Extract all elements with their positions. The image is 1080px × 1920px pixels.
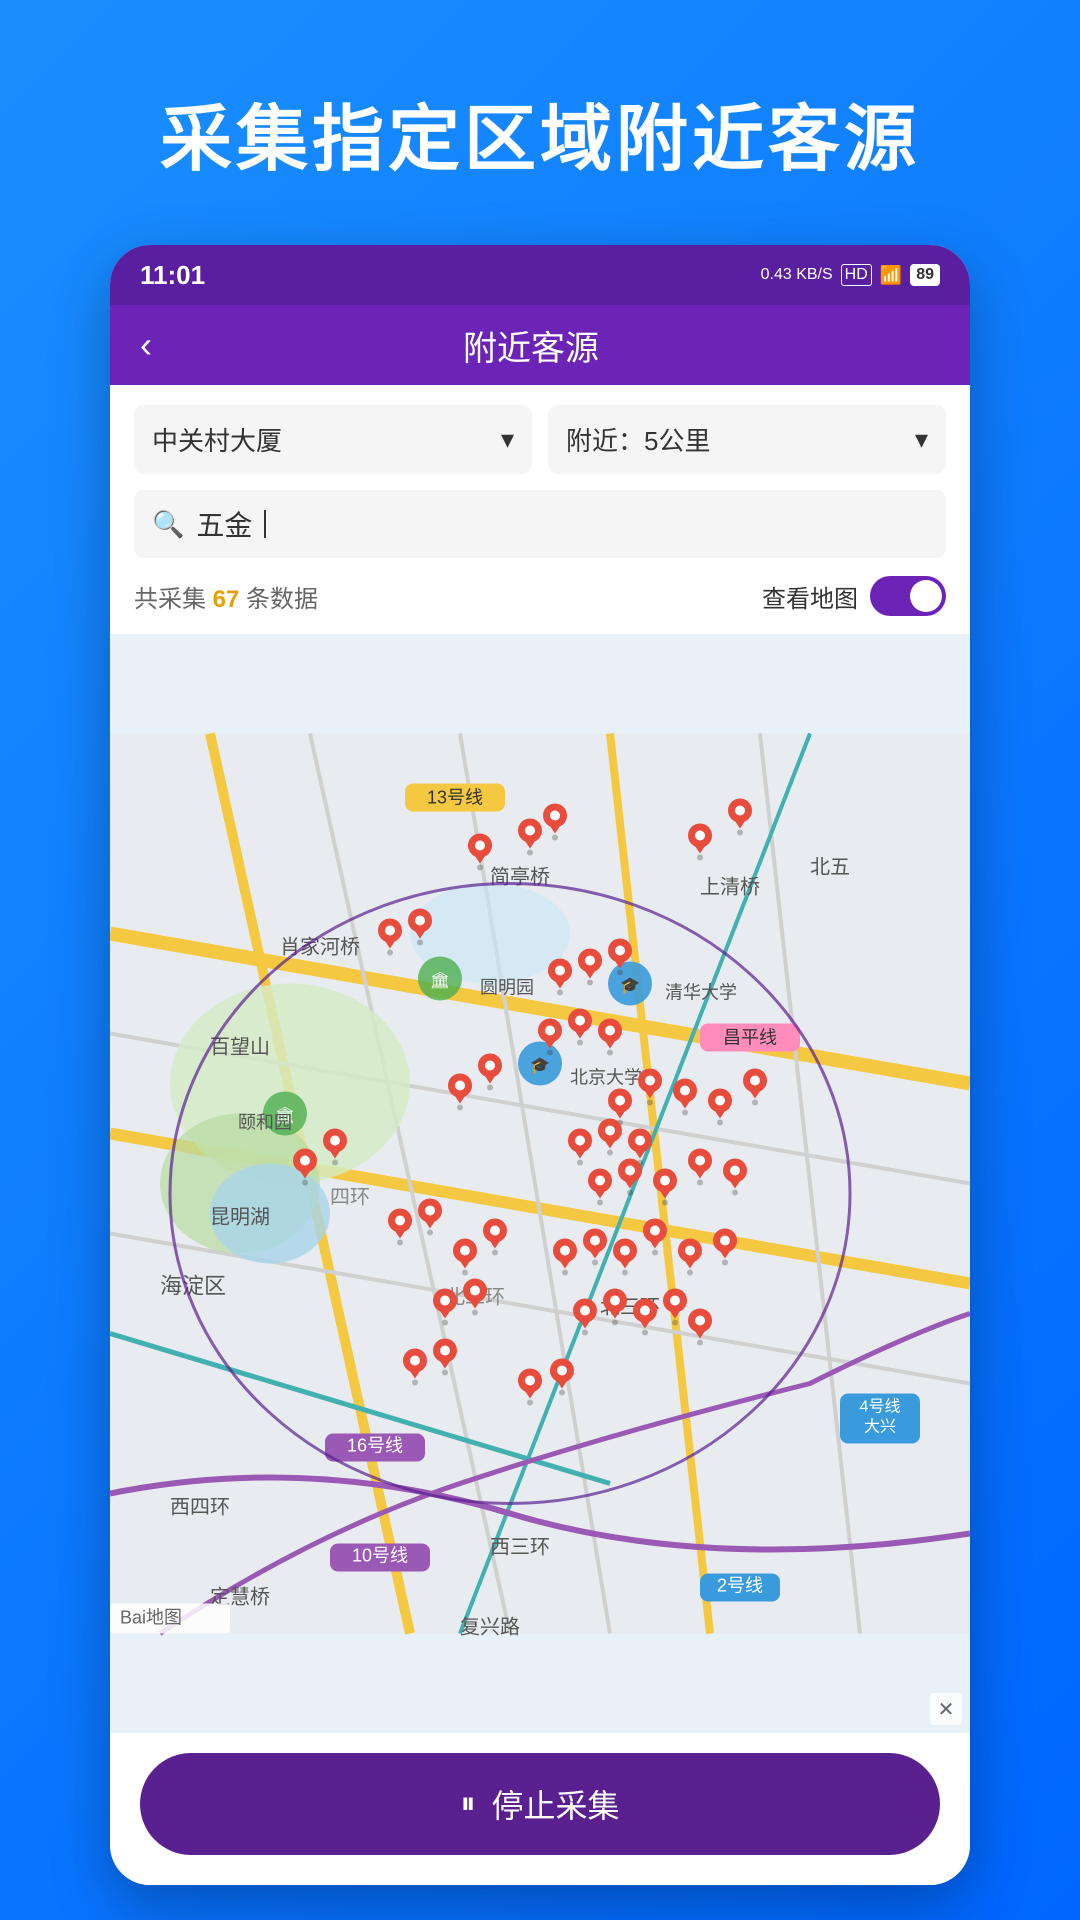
map-toggle-switch[interactable] [870,576,946,616]
phone-frame: 11:01 0.43 KB/S HD 📶 89 ‹ 附近客源 中关村大厦 ▾ 附… [110,245,970,1885]
nav-title: 附近客源 [172,321,890,370]
map-svg: 13号线 昌平线 16号线 10号线 2号线 4号线 大兴 百望山 昆明湖 海淀… [110,634,970,1733]
range-select[interactable]: 附近：5公里 ▾ [548,405,946,474]
back-button[interactable]: ‹ [140,324,152,366]
range-value: 附近：5公里 [566,421,710,458]
speed-indicator: 0.43 KB/S [761,266,833,284]
stats-count: 67 [213,586,240,613]
location-select[interactable]: 中关村大厦 ▾ [134,405,532,474]
location-chevron-icon: ▾ [501,424,514,455]
map-area: 13号线 昌平线 16号线 10号线 2号线 4号线 大兴 百望山 昆明湖 海淀… [110,634,970,1733]
svg-text:北京大学: 北京大学 [570,1068,642,1088]
svg-text:16号线: 16号线 [347,1436,403,1456]
svg-text:百望山: 百望山 [210,1036,270,1059]
svg-text:圆明园: 圆明园 [480,978,534,998]
svg-text:颐和园: 颐和园 [238,1113,292,1133]
stop-collection-button[interactable]: ⏸ 停止采集 [140,1753,940,1855]
hd-badge: HD [841,264,872,286]
svg-text:Bai地图: Bai地图 [120,1608,182,1628]
svg-text:2号线: 2号线 [717,1576,763,1596]
svg-text:四环: 四环 [330,1187,370,1209]
search-input[interactable]: 五金 [196,504,252,544]
svg-text:13号线: 13号线 [427,788,483,808]
svg-text:10号线: 10号线 [352,1546,408,1566]
controls-area: 中关村大厦 ▾ 附近：5公里 ▾ 🔍 五金 共采集 67 条数据 查看地图 [110,385,970,634]
svg-text:大兴: 大兴 [864,1418,896,1436]
pause-icon: ⏸ [460,1787,475,1821]
stats-row: 共采集 67 条数据 查看地图 [134,572,946,624]
bottom-bar: ⏸ 停止采集 [110,1733,970,1885]
toggle-knob [910,580,942,612]
map-toggle-area: 查看地图 [762,576,946,616]
svg-text:北五: 北五 [810,856,850,879]
page-title: 采集指定区域附近客源 [160,80,920,185]
select-row: 中关村大厦 ▾ 附近：5公里 ▾ [134,405,946,474]
location-value: 中关村大厦 [152,421,282,458]
cursor [264,510,266,538]
svg-text:🏛: 🏛 [430,972,450,990]
signal-icon: 📶 [880,265,902,286]
svg-text:昌平线: 昌平线 [723,1028,777,1048]
svg-text:4号线: 4号线 [860,1398,901,1416]
svg-text:🎓: 🎓 [530,1058,550,1075]
status-time: 11:01 [140,260,205,291]
svg-text:复兴路: 复兴路 [460,1616,520,1639]
search-box: 🔍 五金 [134,490,946,558]
status-icons: 0.43 KB/S HD 📶 89 [761,264,940,286]
range-chevron-icon: ▾ [915,424,928,455]
svg-text:上清桥: 上清桥 [700,876,760,899]
map-toggle-label: 查看地图 [762,579,858,614]
stop-button-label: 停止采集 [491,1781,619,1827]
svg-text:昆明湖: 昆明湖 [210,1206,270,1229]
battery-indicator: 89 [910,264,940,286]
svg-text:西四环: 西四环 [170,1497,230,1519]
close-map-button[interactable]: ✕ [930,1693,962,1725]
status-bar: 11:01 0.43 KB/S HD 📶 89 [110,245,970,305]
svg-text:🎓: 🎓 [620,978,640,995]
svg-text:海淀区: 海淀区 [160,1274,226,1299]
svg-text:清华大学: 清华大学 [665,983,737,1003]
svg-text:西三环: 西三环 [490,1537,550,1559]
nav-bar: ‹ 附近客源 [110,305,970,385]
stats-prefix: 共采集 67 条数据 [134,579,318,614]
search-icon: 🔍 [152,509,184,540]
